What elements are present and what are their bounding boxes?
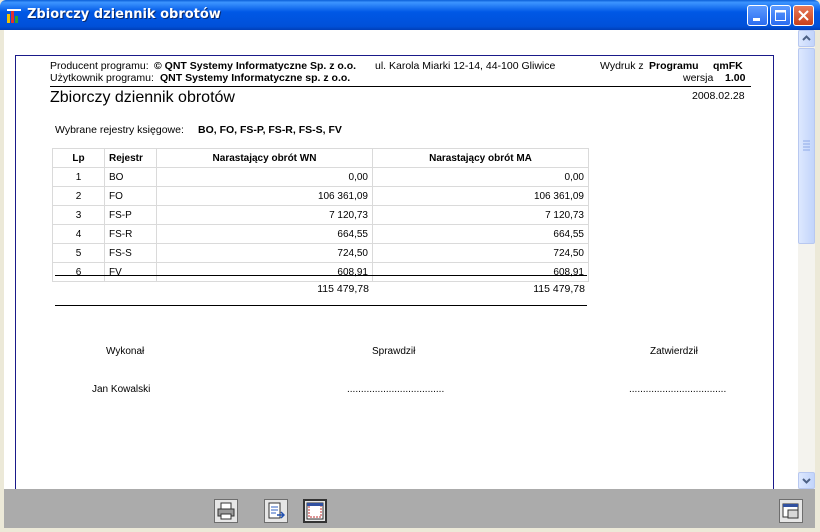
- cell-wn: 0,00: [156, 167, 373, 187]
- cell-register: BO: [104, 167, 157, 187]
- producer-address: ul. Karola Miarki 12-14, 44-100 Gliwice: [375, 60, 556, 72]
- table-row: 5 FS-S 724,50 724,50: [52, 243, 589, 263]
- printer-icon: [217, 502, 235, 520]
- cell-lp: 3: [52, 205, 105, 225]
- cell-lp: 4: [52, 224, 105, 244]
- cell-lp: 2: [52, 186, 105, 206]
- performed-name: Jan Kowalski: [92, 384, 151, 395]
- preview-toolbar: [4, 489, 815, 528]
- table-row: 3 FS-P 7 120,73 7 120,73: [52, 205, 589, 225]
- cell-ma: 664,55: [372, 224, 589, 244]
- scroll-down-button[interactable]: [798, 472, 815, 489]
- minimize-icon: [753, 18, 760, 21]
- table-row: 1 BO 0,00 0,00: [52, 167, 589, 187]
- user-label: Użytkownik programu:: [50, 72, 154, 84]
- close-button[interactable]: [793, 5, 814, 26]
- registers-value: BO, FO, FS-P, FS-R, FS-S, FV: [198, 124, 342, 136]
- cell-register: FS-P: [104, 205, 157, 225]
- cell-register: FO: [104, 186, 157, 206]
- version-label: wersja: [683, 72, 714, 84]
- cell-lp: 1: [52, 167, 105, 187]
- approved-signature-line: ...................................: [629, 384, 727, 395]
- cell-wn: 7 120,73: [156, 205, 373, 225]
- cell-ma: 724,50: [372, 243, 589, 263]
- performed-label: Wykonał: [106, 346, 145, 357]
- cell-register: FS-S: [104, 243, 157, 263]
- column-header-register: Rejestr: [104, 148, 157, 168]
- chevron-down-icon: [802, 478, 811, 484]
- maximize-icon: [775, 10, 786, 21]
- cell-wn: 664,55: [156, 224, 373, 244]
- column-header-ma: Narastający obrót MA: [372, 148, 589, 168]
- cell-lp: 6: [52, 262, 105, 282]
- cell-lp: 5: [52, 243, 105, 263]
- scroll-up-button[interactable]: [798, 30, 815, 47]
- scroll-thumb[interactable]: [798, 48, 815, 244]
- export-button[interactable]: [264, 499, 288, 523]
- checked-signature-line: ...................................: [347, 384, 445, 395]
- user-value: QNT Systemy Informatyczne sp. z o.o.: [160, 72, 351, 84]
- cell-register: FV: [104, 262, 157, 282]
- cell-ma: 7 120,73: [372, 205, 589, 225]
- producer-value: © QNT Systemy Informatyczne Sp. z o.o.: [154, 60, 357, 72]
- cell-ma: 0,00: [372, 167, 589, 187]
- total-ma: 115 479,78: [533, 283, 585, 295]
- window-title: Zbiorczy dziennik obrotów: [27, 7, 221, 22]
- column-header-wn: Narastający obrót WN: [156, 148, 373, 168]
- report-title: Zbiorczy dziennik obrotów: [50, 89, 235, 106]
- report-preview-window: Zbiorczy dziennik obrotów Producent prog…: [0, 0, 820, 532]
- printout-program: qmFK: [713, 60, 743, 72]
- vertical-scrollbar[interactable]: [798, 30, 815, 489]
- close-preview-icon: [782, 503, 799, 519]
- page-setup-icon: [306, 502, 324, 520]
- export-icon: [268, 502, 285, 519]
- close-icon: [798, 10, 809, 21]
- turnover-table: Lp Rejestr Narastający obrót WN Narastaj…: [52, 148, 589, 282]
- table-header-row: Lp Rejestr Narastający obrót WN Narastaj…: [52, 148, 589, 168]
- grip-icon: [803, 140, 810, 151]
- totals-top-rule: [55, 275, 587, 276]
- print-button[interactable]: [214, 499, 238, 523]
- totals-bottom-rule: [55, 305, 587, 306]
- cell-wn: 724,50: [156, 243, 373, 263]
- minimize-button[interactable]: [747, 5, 768, 26]
- table-row: 4 FS-R 664,55 664,55: [52, 224, 589, 244]
- checked-label: Sprawdził: [372, 346, 416, 357]
- printout-label: Wydruk z: [600, 60, 644, 72]
- maximize-button[interactable]: [770, 5, 791, 26]
- version-value: 1.00: [725, 72, 746, 84]
- app-icon: [6, 8, 22, 24]
- report-date: 2008.02.28: [692, 90, 745, 102]
- page-setup-button[interactable]: [303, 499, 327, 523]
- producer-label: Producent programu:: [50, 60, 149, 72]
- cell-ma: 608,91: [372, 262, 589, 282]
- cell-wn: 106 361,09: [156, 186, 373, 206]
- header-divider: [50, 86, 751, 87]
- title-bar[interactable]: Zbiorczy dziennik obrotów: [0, 0, 820, 30]
- approved-label: Zatwierdził: [650, 346, 698, 357]
- cell-ma: 106 361,09: [372, 186, 589, 206]
- column-header-lp: Lp: [52, 148, 105, 168]
- chevron-up-icon: [802, 35, 811, 41]
- table-row: 6 FV 608,91 608,91: [52, 262, 589, 282]
- report-preview-area: Producent programu: © QNT Systemy Inform…: [4, 30, 798, 489]
- close-preview-button[interactable]: [779, 499, 803, 523]
- printout-program-label: Programu: [649, 60, 699, 72]
- registers-label: Wybrane rejestry księgowe:: [55, 124, 184, 136]
- cell-wn: 608,91: [156, 262, 373, 282]
- table-row: 2 FO 106 361,09 106 361,09: [52, 186, 589, 206]
- cell-register: FS-R: [104, 224, 157, 244]
- total-wn: 115 479,78: [317, 283, 369, 295]
